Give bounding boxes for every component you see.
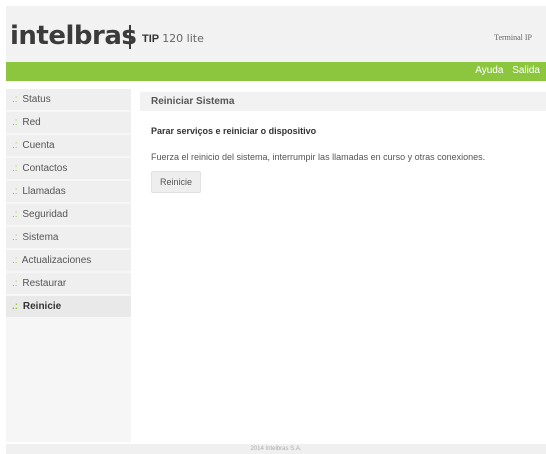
sidebar-item-label: Sistema (22, 232, 59, 243)
sidebar-item-label: Reinicie (22, 301, 62, 312)
top-nav-bar: Ayuda Salida (6, 62, 546, 81)
sidebar-item-label: Cuenta (22, 140, 55, 151)
footer: 2014 Intelbras S.A. (6, 444, 546, 454)
menu-bullet: .: (12, 232, 18, 243)
section-subheading: Parar serviços e reiniciar o dispositivo (151, 126, 317, 136)
sidebar-item-llamadas[interactable]: .: Llamadas (6, 181, 131, 202)
sidebar-item-reinicie[interactable]: .: Reinicie (6, 296, 131, 317)
top-nav-links: Ayuda Salida (469, 66, 540, 76)
header: intelbras TIP 120 lite Terminal IP (6, 6, 546, 62)
logo-separator (129, 25, 131, 49)
menu-bullet: .: (12, 255, 18, 266)
terminal-label: Terminal IP (494, 33, 532, 42)
sidebar-item-red[interactable]: .: Red (6, 112, 131, 133)
sidebar-item-label: Llamadas (22, 186, 66, 197)
menu-bullet: .: (12, 94, 18, 105)
product-series: TIP (142, 33, 160, 45)
menu-bullet: .: (12, 140, 18, 151)
menu-bullet: .: (12, 163, 18, 174)
sidebar-item-contactos[interactable]: .: Contactos (6, 158, 131, 179)
product-model: 120 lite (162, 32, 204, 45)
menu-bullet: .: (12, 301, 19, 312)
product-name: TIP 120 lite (142, 33, 204, 45)
menu-bullet: .: (12, 209, 18, 220)
sidebar-item-cuenta[interactable]: .: Cuenta (6, 135, 131, 156)
sidebar-item-label: Red (22, 117, 41, 128)
sidebar-item-label: Restaurar (22, 278, 67, 289)
main-content: Reiniciar Sistema Parar serviços e reini… (140, 89, 546, 442)
exit-link[interactable]: Salida (512, 65, 540, 76)
menu-bullet: .: (12, 186, 18, 197)
section-description: Fuerza el reinicio del sistema, interrum… (151, 152, 486, 162)
sidebar-item-actualizaciones[interactable]: .: Actualizaciones (6, 250, 131, 271)
section-title: Reiniciar Sistema (140, 92, 546, 111)
restart-button[interactable]: Reinicie (151, 171, 201, 193)
sidebar-menu: .: Status .: Red .: Cuenta .: Contactos … (6, 89, 131, 442)
sidebar-item-label: Seguridad (22, 209, 68, 220)
sidebar-item-restaurar[interactable]: .: Restaurar (6, 273, 131, 294)
sidebar-item-seguridad[interactable]: .: Seguridad (6, 204, 131, 225)
menu-bullet: .: (12, 278, 18, 289)
menu-bullet: .: (12, 117, 18, 128)
sidebar-item-status[interactable]: .: Status (6, 89, 131, 110)
app-frame: intelbras TIP 120 lite Terminal IP Ayuda… (6, 6, 546, 454)
help-link[interactable]: Ayuda (475, 65, 503, 76)
brand-logo: intelbras (10, 21, 137, 51)
sidebar-item-sistema[interactable]: .: Sistema (6, 227, 131, 248)
sidebar-item-label: Actualizaciones (21, 255, 92, 266)
sidebar-item-label: Contactos (22, 163, 68, 174)
sidebar-item-label: Status (22, 94, 51, 105)
